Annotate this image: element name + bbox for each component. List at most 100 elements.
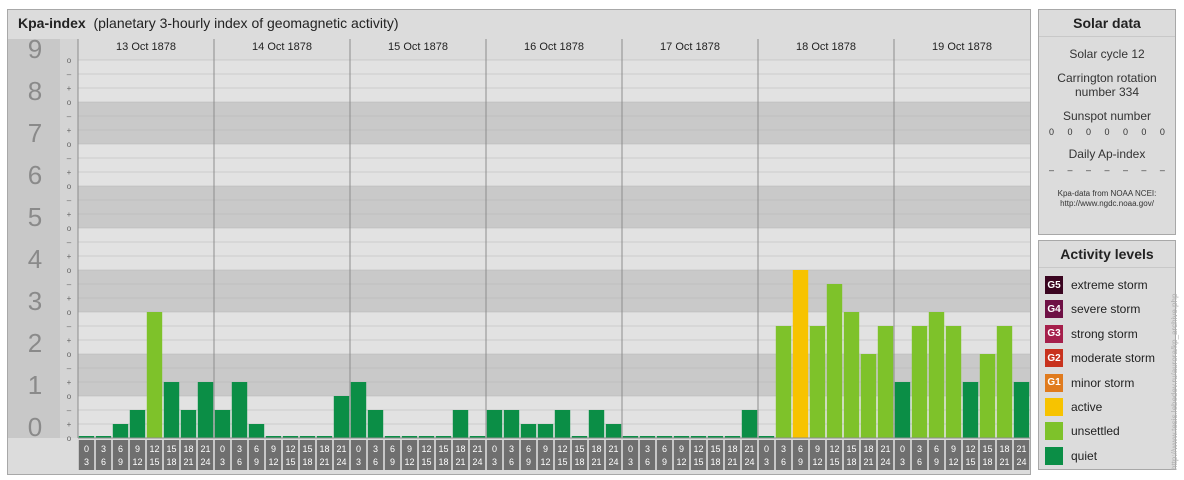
x-interval-start: 6	[254, 444, 259, 454]
kp-bar	[129, 409, 146, 438]
x-interval-start: 21	[200, 444, 210, 454]
x-interval-end: 6	[237, 457, 242, 467]
day-label: 15 Oct 1878	[388, 41, 448, 53]
minor-tick-label: o	[67, 266, 72, 275]
x-interval-start: 0	[628, 444, 633, 454]
y-tick-label: 6	[28, 160, 42, 190]
x-interval-end: 24	[200, 457, 210, 467]
kp-bar	[350, 382, 367, 438]
x-interval-end: 6	[917, 457, 922, 467]
x-interval-end: 9	[118, 457, 123, 467]
kp-bar	[996, 325, 1013, 438]
x-interval-end: 15	[149, 457, 159, 467]
x-interval-start: 0	[764, 444, 769, 454]
legend-swatch: G5	[1045, 276, 1063, 294]
kp-bar	[962, 382, 979, 438]
x-interval-start: 6	[118, 444, 123, 454]
x-interval-end: 12	[812, 457, 822, 467]
solar-cycle: Solar cycle 12	[1069, 47, 1145, 61]
x-interval-end: 21	[591, 457, 601, 467]
x-interval-end: 21	[319, 457, 329, 467]
legend-swatch	[1045, 422, 1063, 441]
x-interval-start: 18	[727, 444, 737, 454]
minor-tick-label: –	[67, 322, 72, 331]
minor-tick-label: –	[67, 112, 72, 121]
minor-tick-label: +	[67, 168, 72, 177]
ap-value: –	[1104, 165, 1110, 175]
sunspot-value: 0	[1141, 127, 1147, 137]
legend-swatch	[1045, 398, 1063, 416]
minor-tick-label: +	[67, 420, 72, 429]
x-interval-start: 12	[965, 444, 975, 454]
kp-band-7	[78, 102, 1030, 144]
x-interval-start: 6	[798, 444, 803, 454]
day-label: 14 Oct 1878	[252, 41, 312, 53]
x-interval-start: 9	[815, 444, 820, 454]
minor-tick-label: o	[67, 308, 72, 317]
x-interval-end: 12	[948, 457, 958, 467]
chart-subtitle: (planetary 3-hourly index of geomagnetic…	[93, 15, 399, 31]
x-interval-end: 24	[608, 457, 618, 467]
kp-bar	[367, 409, 384, 438]
ap-value: –	[1159, 165, 1165, 175]
kp-bar	[775, 325, 792, 438]
legend-label: unsettled	[1071, 424, 1120, 439]
x-interval-start: 3	[373, 444, 378, 454]
x-interval-start: 3	[645, 444, 650, 454]
x-interval-start: 15	[302, 444, 312, 454]
legend-label: strong storm	[1071, 326, 1138, 341]
x-interval-start: 15	[846, 444, 856, 454]
x-interval-end: 21	[183, 457, 193, 467]
y-tick-label: 7	[28, 118, 42, 148]
minor-tick-label: +	[67, 336, 72, 345]
y-tick-label: 3	[28, 286, 42, 316]
kp-band-8	[78, 60, 1030, 102]
sunspot-value: 0	[1122, 127, 1128, 137]
kp-bar	[214, 409, 231, 438]
legend-item-extreme-storm: G5 extreme storm	[1045, 275, 1148, 295]
y-tick-label: 2	[28, 328, 42, 358]
day-label: 16 Oct 1878	[524, 41, 584, 53]
x-interval-start: 0	[220, 444, 225, 454]
kp-band-6	[78, 144, 1030, 186]
x-interval-start: 15	[982, 444, 992, 454]
x-interval-start: 9	[407, 444, 412, 454]
legend-item-severe-storm: G4 severe storm	[1045, 299, 1140, 319]
x-interval-end: 12	[540, 457, 550, 467]
minor-tick-label: –	[67, 406, 72, 415]
x-interval-end: 18	[302, 457, 312, 467]
x-interval-start: 12	[421, 444, 431, 454]
x-interval-start: 15	[710, 444, 720, 454]
kp-bar	[1013, 382, 1030, 438]
kp-bar	[163, 382, 180, 438]
kp-band-4	[78, 228, 1030, 270]
x-interval-end: 21	[727, 457, 737, 467]
y-tick-label: 1	[28, 370, 42, 400]
kpa-bar-chart: 0123456789o+–o+–o+–o+–o+–o+–o+–o+–o+–o03…	[8, 34, 1030, 470]
kp-bar	[554, 409, 571, 438]
x-interval-end: 3	[492, 457, 497, 467]
x-interval-start: 18	[863, 444, 873, 454]
x-interval-start: 3	[781, 444, 786, 454]
minor-tick-label: o	[67, 350, 72, 359]
kp-bar	[452, 409, 469, 438]
minor-tick-label: +	[67, 210, 72, 219]
kp-band-5	[78, 186, 1030, 228]
sunspot-value: 0	[1049, 127, 1055, 137]
x-interval-start: 0	[900, 444, 905, 454]
x-interval-end: 9	[254, 457, 259, 467]
x-interval-start: 15	[574, 444, 584, 454]
x-interval-end: 21	[863, 457, 873, 467]
legend-swatch: G2	[1045, 349, 1063, 368]
kp-bar	[520, 424, 537, 438]
minor-tick-label: o	[67, 182, 72, 191]
x-interval-start: 18	[591, 444, 601, 454]
kp-bar	[979, 354, 996, 438]
data-source-link[interactable]: http://www.ngdc.noaa.gov/	[1039, 199, 1175, 209]
kp-bar	[248, 424, 265, 438]
x-interval-start: 9	[135, 444, 140, 454]
kp-bar	[792, 270, 809, 438]
x-interval-end: 6	[509, 457, 514, 467]
solar-data-panel: Solar data Solar cycle 12 Carrington rot…	[1038, 9, 1176, 235]
minor-tick-label: +	[67, 378, 72, 387]
